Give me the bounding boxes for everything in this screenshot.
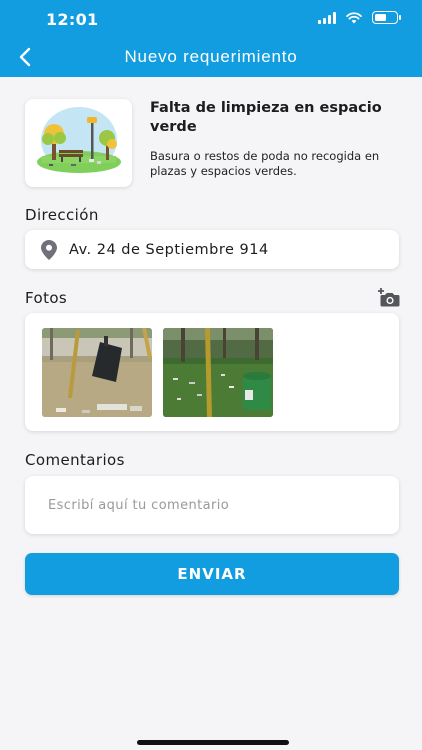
comments-label: Comentarios (25, 451, 125, 469)
litter-photo-image (163, 328, 273, 417)
address-field[interactable]: Av. 24 de Septiembre 914 (25, 230, 399, 269)
comment-input[interactable] (25, 476, 399, 534)
location-pin-icon (41, 239, 57, 260)
category-title: Falta de limpieza en espacio verde (150, 100, 382, 135)
chevron-left-icon (19, 47, 31, 67)
page-title: Nuevo requerimiento (124, 47, 298, 66)
photos-label: Fotos (25, 289, 68, 307)
park-illustration-icon (36, 107, 121, 173)
address-label: Dirección (25, 206, 99, 224)
battery-level (375, 14, 386, 21)
status-icons (318, 11, 401, 24)
photos-card (25, 313, 399, 431)
add-photo-camera-icon (378, 288, 400, 307)
top-bar: 12:01 Nuevo requerimiento (0, 0, 422, 77)
back-button[interactable] (12, 44, 38, 70)
address-value: Av. 24 de Septiembre 914 (69, 241, 269, 258)
signal-icon (318, 11, 336, 24)
wifi-icon (346, 11, 362, 23)
category-thumbnail (25, 99, 132, 187)
photo-thumbnail[interactable] (163, 328, 273, 417)
send-button[interactable]: ENVIAR (25, 553, 399, 595)
comment-card (25, 476, 399, 534)
status-time: 12:01 (46, 10, 99, 29)
home-indicator (137, 740, 289, 745)
nav-bar: Nuevo requerimiento (0, 38, 422, 76)
category-description: Basura o restos de poda no recogida en p… (150, 149, 380, 178)
battery-icon (372, 11, 401, 24)
add-photo-button[interactable] (378, 287, 400, 307)
photo-thumbnail[interactable] (42, 328, 152, 417)
litter-photo-image (42, 328, 152, 417)
